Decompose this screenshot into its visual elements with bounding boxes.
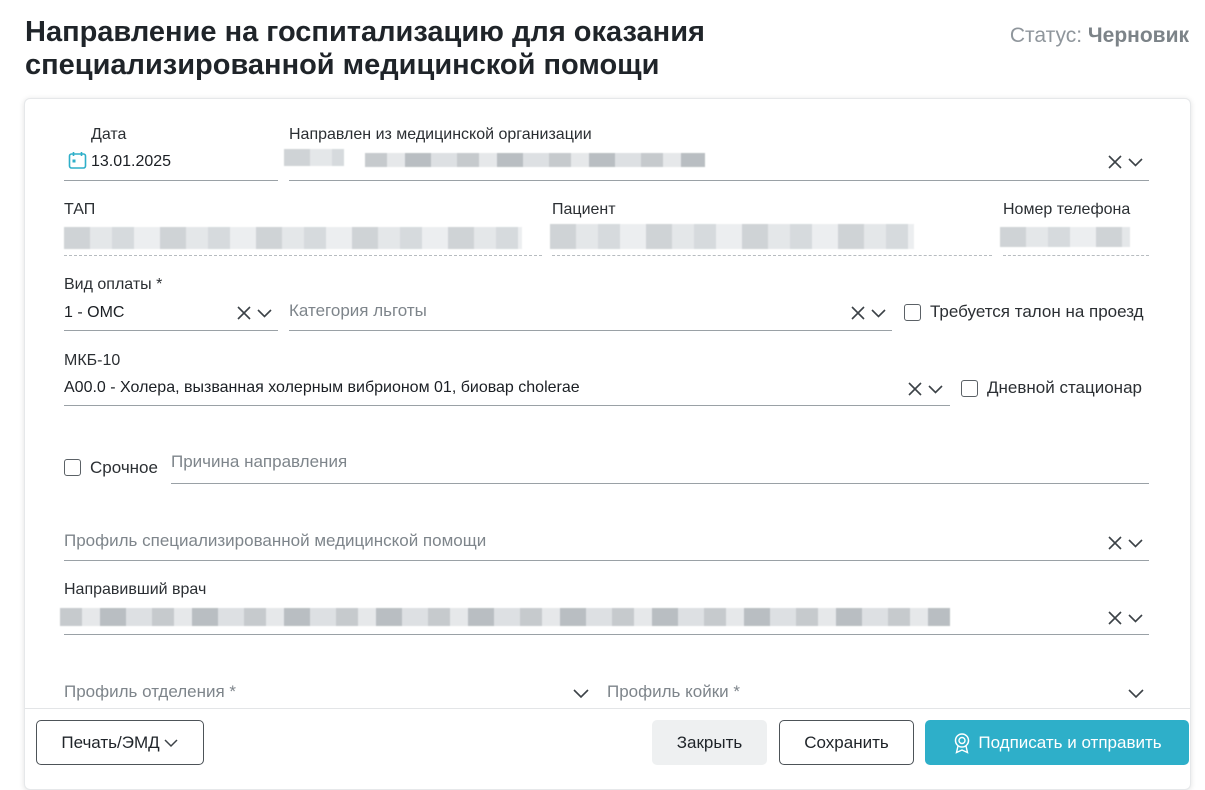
chevron-down-icon[interactable] [1128,158,1143,167]
certificate-icon [955,732,970,754]
payment-controls [235,304,275,324]
close-icon[interactable] [851,306,865,320]
date-underline [64,180,278,181]
payment-label: Вид оплаты * [64,276,163,293]
tap-underline [64,255,542,256]
sign-send-button[interactable]: Подписать и отправить [925,720,1189,765]
benefit-controls [849,304,889,324]
print-emd-label: Печать/ЭМД [61,732,160,752]
status-label: Статус: [1009,24,1083,47]
from-org-controls [1106,153,1146,173]
from-org-select[interactable] [289,180,1149,181]
ticket-label: Требуется талон на проезд [930,302,1144,321]
phone-label: Номер телефона [1003,201,1131,218]
patient-label: Пациент [552,201,616,218]
reason-input[interactable]: Причина направления [171,452,347,472]
benefit-select[interactable]: Категория льготы [289,301,427,321]
chevron-down-icon [164,738,178,747]
date-field[interactable]: 13.01.2025 [91,153,171,171]
payment-select[interactable]: 1 - ОМС [64,304,124,322]
mkb-controls [906,380,946,400]
dept-profile-select[interactable]: Профиль отделения * [64,682,236,702]
doctor-value [60,608,950,626]
calendar-icon[interactable] [68,151,87,170]
urgent-label: Срочное [90,458,158,477]
status-badge: Черновик [1087,24,1189,47]
care-profile-underline [64,560,1149,561]
date-label: Дата [91,126,127,143]
chevron-down-icon[interactable] [1127,686,1145,700]
phone-value [1000,227,1130,247]
close-icon[interactable] [1108,536,1122,550]
chevron-down-icon[interactable] [257,309,272,318]
close-icon[interactable] [237,306,251,320]
status-indicator: Статус: Черновик [1010,24,1189,48]
close-button[interactable]: Закрыть [652,720,767,765]
doctor-select[interactable] [64,634,1149,635]
close-icon[interactable] [1108,611,1122,625]
close-icon[interactable] [908,382,922,396]
from-org-label: Направлен из медицинской организации [289,126,592,143]
day-hospital-checkbox[interactable] [961,380,978,397]
benefit-underline [289,330,892,331]
doctor-label: Направивший врач [64,581,207,598]
sign-send-label: Подписать и отправить [978,732,1162,752]
reason-underline [171,483,1149,484]
print-emd-button[interactable]: Печать/ЭМД [36,720,204,765]
patient-value [550,224,914,249]
chevron-down-icon[interactable] [871,309,886,318]
payment-underline [64,330,278,331]
care-profile-select[interactable]: Профиль специализированной медицинской п… [64,531,486,551]
close-icon[interactable] [1108,155,1122,169]
tap-label: ТАП [64,201,96,218]
chevron-down-icon[interactable] [572,686,590,700]
chevron-down-icon[interactable] [1128,614,1143,623]
from-org-value-part2 [365,153,705,167]
urgent-checkbox[interactable] [64,459,81,476]
mkb-label: МКБ-10 [64,352,121,369]
chevron-down-icon[interactable] [1128,539,1143,548]
page-title: Направление на госпитализацию для оказан… [25,16,705,81]
patient-underline [552,255,992,256]
day-hospital-label: Дневной стационар [987,378,1142,397]
save-button[interactable]: Сохранить [779,720,914,765]
bed-profile-select[interactable]: Профиль койки * [607,682,740,702]
care-profile-controls [1106,534,1146,554]
mkb-underline [64,405,950,406]
mkb-select[interactable]: A00.0 - Холера, вызванная холерным вибри… [64,379,580,397]
tap-value [64,227,522,249]
ticket-checkbox[interactable] [904,304,921,321]
from-org-value-part1 [284,149,344,166]
phone-underline [1003,255,1149,256]
doctor-controls [1106,609,1146,629]
chevron-down-icon[interactable] [928,385,943,394]
